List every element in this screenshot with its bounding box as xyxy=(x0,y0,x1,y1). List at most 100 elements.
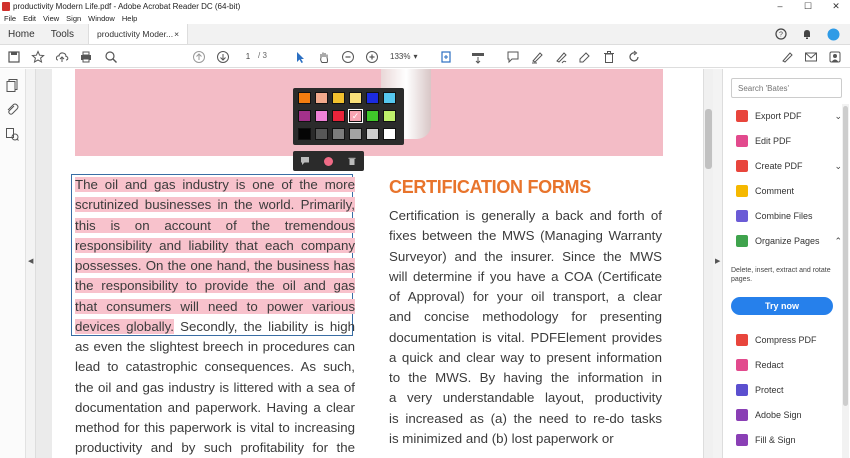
color-swatch[interactable] xyxy=(332,110,345,122)
pages-icon[interactable] xyxy=(5,78,20,93)
tools-panel-scrollbar[interactable] xyxy=(842,104,849,458)
left-navigation-rail xyxy=(0,69,26,458)
tab-close-icon[interactable]: × xyxy=(174,24,179,44)
hand-tool-icon[interactable] xyxy=(316,49,331,64)
fit-page-icon[interactable] xyxy=(439,49,454,64)
scroll-mode-icon[interactable] xyxy=(470,49,485,64)
text-line: The oil and gas industry is one of the m… xyxy=(75,175,355,195)
save-icon[interactable] xyxy=(6,49,21,64)
upload-icon[interactable] xyxy=(54,49,69,64)
tab-tools[interactable]: Tools xyxy=(43,24,82,44)
color-swatch[interactable] xyxy=(383,128,396,140)
chevron-icon[interactable]: ⌃ xyxy=(834,236,842,247)
share-icon[interactable] xyxy=(827,49,842,64)
document-viewport[interactable]: ✓ The oil and gas industry is one of the… xyxy=(36,69,703,458)
tool-adobe-sign[interactable]: Adobe Sign xyxy=(736,407,842,423)
color-swatch[interactable] xyxy=(298,110,311,122)
tab-document[interactable]: productivity Moder... × xyxy=(88,24,189,44)
minimize-button[interactable]: – xyxy=(766,0,794,13)
color-swatch[interactable] xyxy=(349,92,362,104)
zoom-out-icon[interactable] xyxy=(340,49,355,64)
sign-pen-icon[interactable] xyxy=(779,49,794,64)
tool-fill-sign[interactable]: Fill & Sign xyxy=(736,432,842,448)
highlight-pen-icon[interactable] xyxy=(529,49,544,64)
tab-home[interactable]: Home xyxy=(0,24,43,44)
tool-label: Compress PDF xyxy=(755,335,817,345)
tool-comment[interactable]: Comment xyxy=(736,183,842,199)
star-icon[interactable] xyxy=(30,49,45,64)
tool-compress-pdf[interactable]: Compress PDF xyxy=(736,332,842,348)
comment-icon[interactable] xyxy=(505,49,520,64)
window-controls: – ☐ ✕ xyxy=(766,0,850,13)
text-line: productivity and by such profitability f… xyxy=(75,440,355,456)
help-icon[interactable]: ? xyxy=(775,28,787,40)
menu-edit[interactable]: Edit xyxy=(23,14,36,23)
attachment-icon[interactable] xyxy=(5,102,20,117)
menu-view[interactable]: View xyxy=(43,14,59,23)
color-swatch[interactable] xyxy=(366,92,379,104)
page-number-input[interactable] xyxy=(238,50,258,63)
color-swatch[interactable] xyxy=(315,128,328,140)
color-swatch[interactable] xyxy=(332,92,345,104)
comment-icon[interactable] xyxy=(300,156,310,166)
text-line: fixes between the MWS (Managing Warranty xyxy=(389,228,662,244)
tool-redact[interactable]: Redact xyxy=(736,357,842,373)
tool-label: Organize Pages xyxy=(755,236,820,246)
color-swatch[interactable] xyxy=(332,128,345,140)
search-icon[interactable] xyxy=(103,49,118,64)
color-swatch[interactable] xyxy=(366,128,379,140)
right-panel-toggle[interactable]: ▶ xyxy=(713,69,723,458)
tool-combine-files[interactable]: Combine Files xyxy=(736,208,842,224)
tools-scrollbar-thumb[interactable] xyxy=(843,106,848,406)
email-icon[interactable] xyxy=(803,49,818,64)
chevron-icon[interactable]: ⌄ xyxy=(834,111,842,122)
tool-protect[interactable]: Protect xyxy=(736,382,842,398)
document-scrollbar[interactable] xyxy=(703,69,713,458)
trash-icon[interactable] xyxy=(347,156,357,166)
menu-window[interactable]: Window xyxy=(88,14,115,23)
text-line: documentation is vital. PDFElement provi… xyxy=(389,329,662,345)
text-line: and concise methodology for presenting xyxy=(389,309,662,325)
color-swatch[interactable] xyxy=(298,92,311,104)
text-line: Surveyor) and the insurer. Since the MWS xyxy=(389,248,662,264)
next-page-icon[interactable] xyxy=(215,49,230,64)
menu-file[interactable]: File xyxy=(4,14,16,23)
tools-search-input[interactable] xyxy=(731,78,842,98)
color-swatch[interactable] xyxy=(315,110,328,122)
profile-icon[interactable] xyxy=(827,28,840,41)
maximize-button[interactable]: ☐ xyxy=(794,0,822,13)
scrollbar-thumb[interactable] xyxy=(705,109,712,169)
color-swatch[interactable] xyxy=(315,92,328,104)
color-swatch[interactable] xyxy=(298,128,311,140)
delete-icon[interactable] xyxy=(601,49,616,64)
print-icon[interactable] xyxy=(78,49,93,64)
select-cursor-icon[interactable] xyxy=(292,49,307,64)
close-window-button[interactable]: ✕ xyxy=(822,0,850,13)
menu-sign[interactable]: Sign xyxy=(66,14,81,23)
rotate-icon[interactable] xyxy=(626,49,641,64)
zoom-in-icon[interactable] xyxy=(364,49,379,64)
color-swatch[interactable]: ✓ xyxy=(348,109,363,123)
try-now-button[interactable]: Try now xyxy=(731,297,833,315)
left-panel-toggle[interactable]: ◀ xyxy=(26,69,36,458)
menu-help[interactable]: Help xyxy=(122,14,137,23)
previous-page-icon[interactable] xyxy=(191,49,206,64)
tool-create-pdf[interactable]: Create PDF ⌄ xyxy=(736,158,842,174)
text-line: is minimized and (b) lost paperwork or xyxy=(389,430,614,446)
text-line: a quick and clear way to present informa… xyxy=(389,349,662,365)
tool-organize-pages[interactable]: Organize Pages ⌃ xyxy=(736,233,842,249)
tool-export-pdf[interactable]: Export PDF ⌄ xyxy=(736,108,842,124)
sign-icon[interactable] xyxy=(577,49,592,64)
text-line: a very understandable layout, productivi… xyxy=(389,390,662,406)
color-swatch[interactable] xyxy=(349,128,362,140)
color-swatch[interactable] xyxy=(366,110,379,122)
zoom-select[interactable]: 133% ▾ xyxy=(390,50,430,63)
bell-icon[interactable] xyxy=(801,28,813,40)
color-swatch[interactable] xyxy=(383,110,396,122)
tool-edit-pdf[interactable]: Edit PDF xyxy=(736,133,842,149)
color-dot-icon[interactable] xyxy=(324,156,333,166)
accessibility-icon[interactable] xyxy=(5,127,20,142)
color-swatch[interactable] xyxy=(383,92,396,104)
draw-icon[interactable] xyxy=(553,49,568,64)
chevron-icon[interactable]: ⌄ xyxy=(834,161,842,172)
